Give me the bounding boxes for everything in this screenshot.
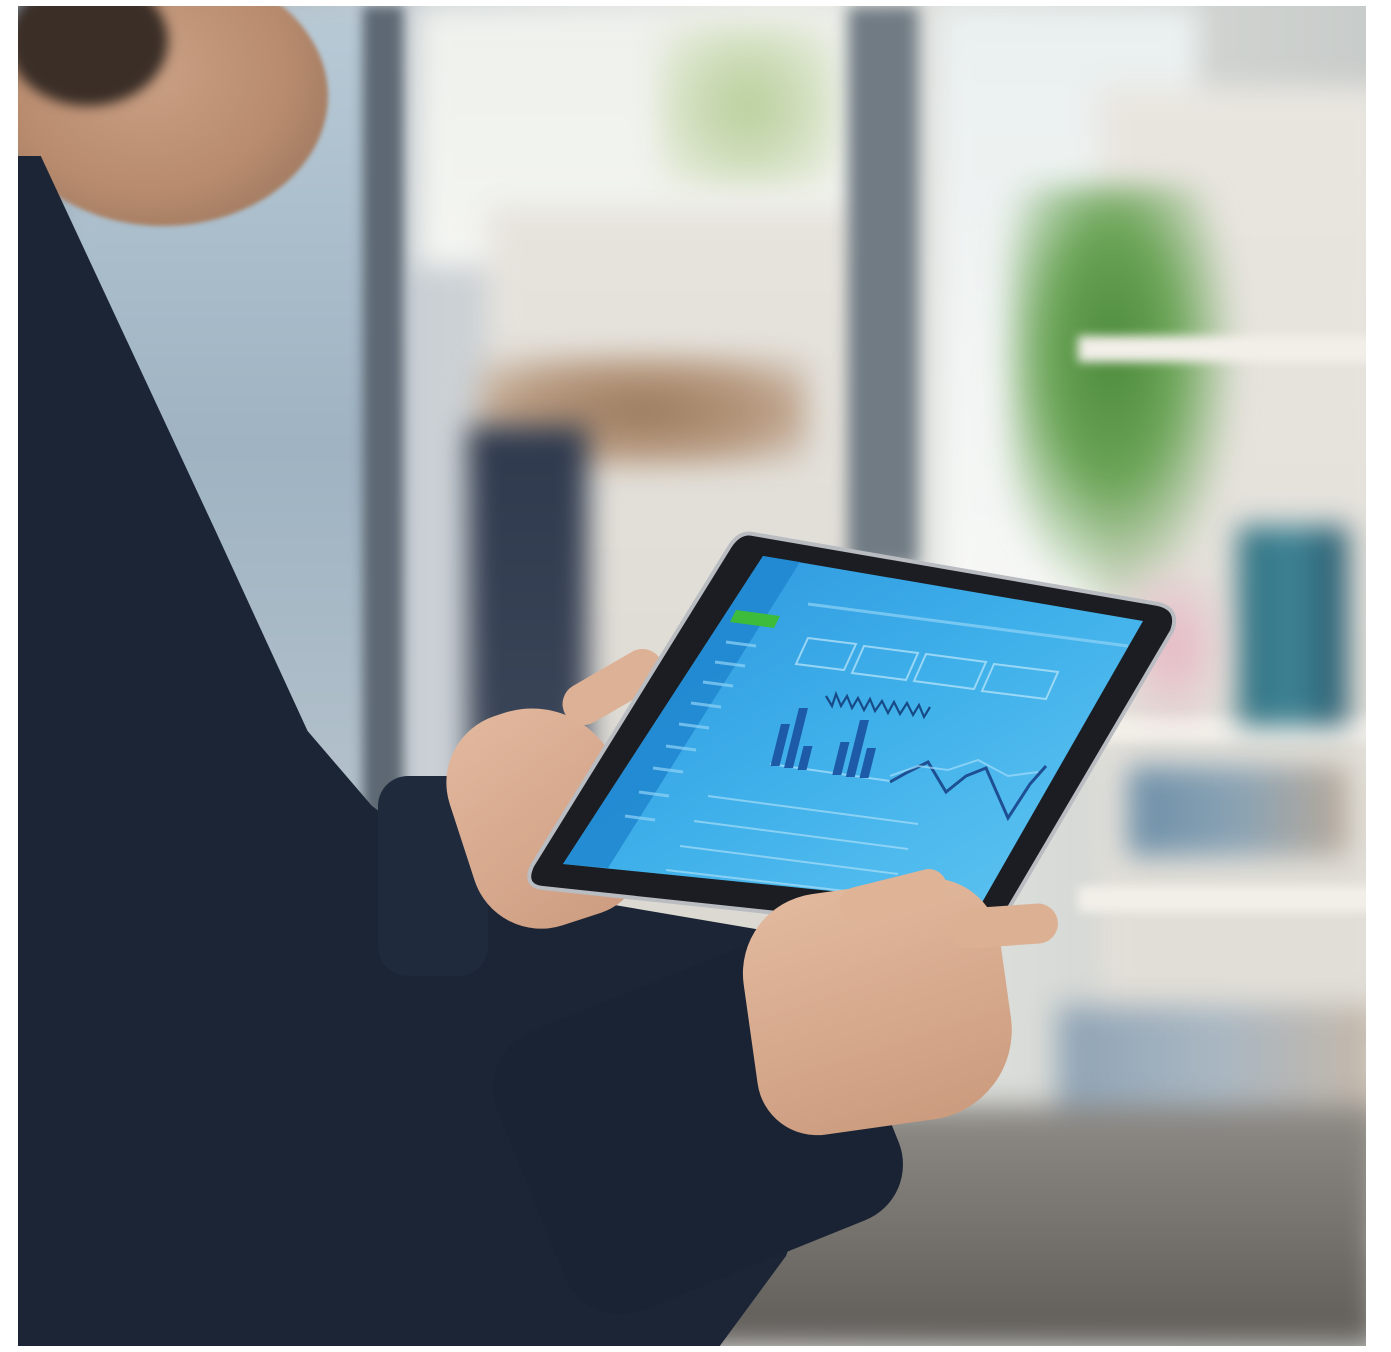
finger-right bbox=[946, 902, 1060, 950]
photo-scene bbox=[18, 6, 1366, 1346]
